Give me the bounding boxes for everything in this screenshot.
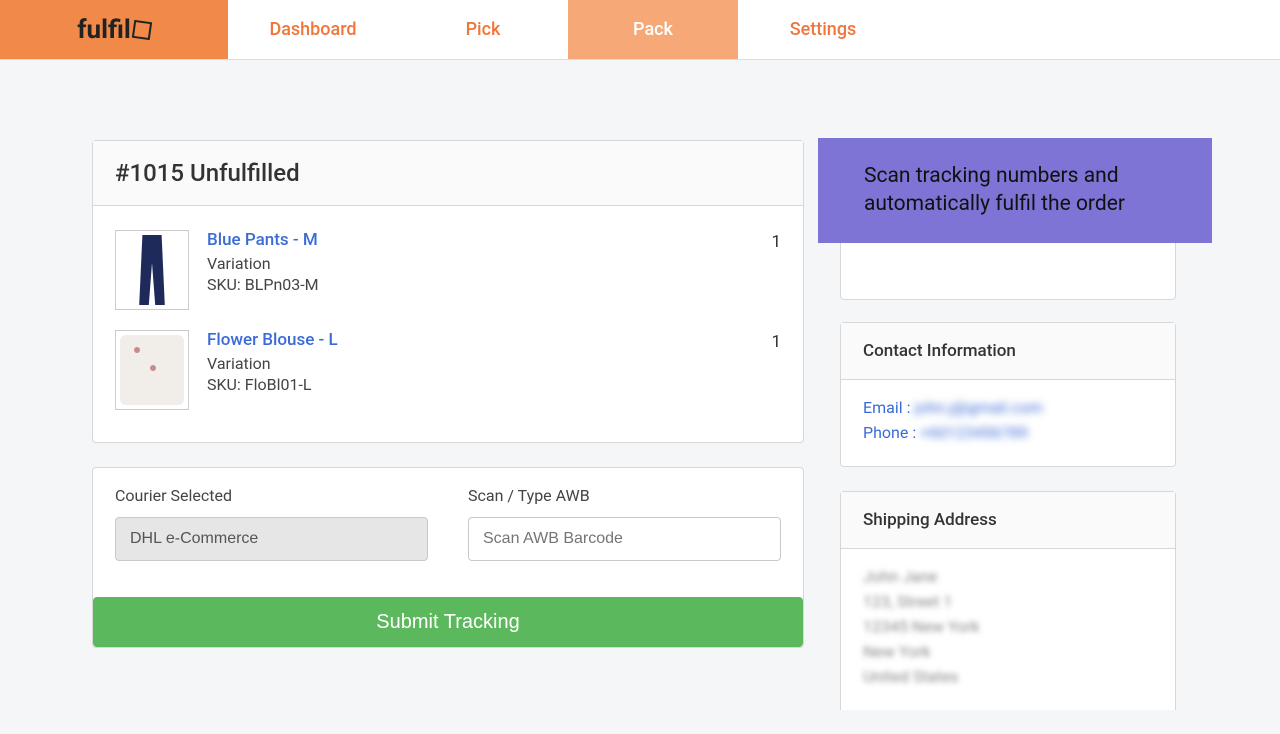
courier-card-body: Courier Selected Scan / Type AWB	[93, 468, 803, 579]
brand-logo-box: fulfil	[0, 0, 228, 59]
item-info: Blue Pants - M Variation SKU: BLPn03-M	[207, 230, 733, 296]
shipping-card-header: Shipping Address	[841, 492, 1175, 549]
courier-selected-input[interactable]	[115, 517, 428, 561]
product-variation: Variation	[207, 354, 733, 373]
email-value: john.j@gmail.com	[914, 398, 1042, 417]
shipping-line: 12345 New York	[863, 617, 1153, 636]
nav-label: Pack	[633, 19, 673, 40]
item-quantity: 1	[751, 230, 781, 252]
product-thumbnail	[115, 330, 189, 410]
line-item: Flower Blouse - L Variation SKU: FloBl01…	[115, 324, 781, 424]
feature-callout: Scan tracking numbers and automatically …	[818, 138, 1212, 243]
nav-label: Settings	[790, 19, 857, 40]
courier-label: Courier Selected	[115, 486, 428, 505]
order-title: #1015 Unfulfilled	[115, 159, 781, 187]
phone-label: Phone :	[863, 423, 916, 442]
contact-title: Contact Information	[863, 341, 1153, 361]
courier-card: Courier Selected Scan / Type AWB Submit …	[92, 467, 804, 648]
side-column: Scan tracking numbers and automatically …	[840, 140, 1176, 734]
nav-dashboard[interactable]: Dashboard	[228, 0, 398, 59]
courier-selected-group: Courier Selected	[115, 486, 428, 561]
top-navbar: fulfil Dashboard Pick Pack Settings	[0, 0, 1280, 60]
shipping-card: Shipping Address John Jane 123, Street 1…	[840, 491, 1176, 710]
shipping-line: New York	[863, 642, 1153, 661]
awb-label: Scan / Type AWB	[468, 486, 781, 505]
nav-pick[interactable]: Pick	[398, 0, 568, 59]
nav-settings[interactable]: Settings	[738, 0, 908, 59]
contact-email-line: Email : john.j@gmail.com	[863, 398, 1153, 417]
item-quantity: 1	[751, 330, 781, 352]
product-link[interactable]: Blue Pants - M	[207, 230, 318, 250]
contact-card: Contact Information Email : john.j@gmail…	[840, 322, 1176, 467]
shipping-line: 123, Street 1	[863, 592, 1153, 611]
product-variation: Variation	[207, 254, 733, 273]
main-column: #1015 Unfulfilled Blue Pants - M Variati…	[92, 140, 804, 672]
shipping-card-body: John Jane 123, Street 1 12345 New York N…	[841, 549, 1175, 710]
phone-value: +60123456789	[920, 423, 1028, 442]
shipping-title: Shipping Address	[863, 510, 1153, 530]
product-link[interactable]: Flower Blouse - L	[207, 330, 338, 350]
cart-icon	[132, 19, 152, 39]
product-sku: SKU: FloBl01-L	[207, 375, 733, 394]
nav-label: Dashboard	[269, 19, 356, 40]
brand-text: fulfil	[77, 15, 131, 45]
shipping-line: United States	[863, 667, 1153, 686]
order-card: #1015 Unfulfilled Blue Pants - M Variati…	[92, 140, 804, 443]
pants-icon	[120, 235, 184, 305]
callout-text: Scan tracking numbers and automatically …	[864, 164, 1125, 216]
nav-label: Pick	[466, 19, 501, 40]
submit-tracking-button[interactable]: Submit Tracking	[93, 597, 803, 647]
email-label: Email :	[863, 398, 910, 417]
item-info: Flower Blouse - L Variation SKU: FloBl01…	[207, 330, 733, 396]
line-item: Blue Pants - M Variation SKU: BLPn03-M 1	[115, 224, 781, 324]
awb-input[interactable]	[468, 517, 781, 561]
order-card-header: #1015 Unfulfilled	[93, 141, 803, 206]
contact-card-body: Email : john.j@gmail.com Phone : +601234…	[841, 380, 1175, 466]
contact-card-header: Contact Information	[841, 323, 1175, 380]
nav-pack[interactable]: Pack	[568, 0, 738, 59]
brand-logo: fulfil	[77, 15, 151, 45]
contact-phone-line: Phone : +60123456789	[863, 423, 1153, 442]
product-thumbnail	[115, 230, 189, 310]
blouse-icon	[120, 335, 184, 405]
order-items-body: Blue Pants - M Variation SKU: BLPn03-M 1…	[93, 206, 803, 442]
product-sku: SKU: BLPn03-M	[207, 275, 733, 294]
shipping-line: John Jane	[863, 567, 1153, 586]
awb-group: Scan / Type AWB	[468, 486, 781, 561]
